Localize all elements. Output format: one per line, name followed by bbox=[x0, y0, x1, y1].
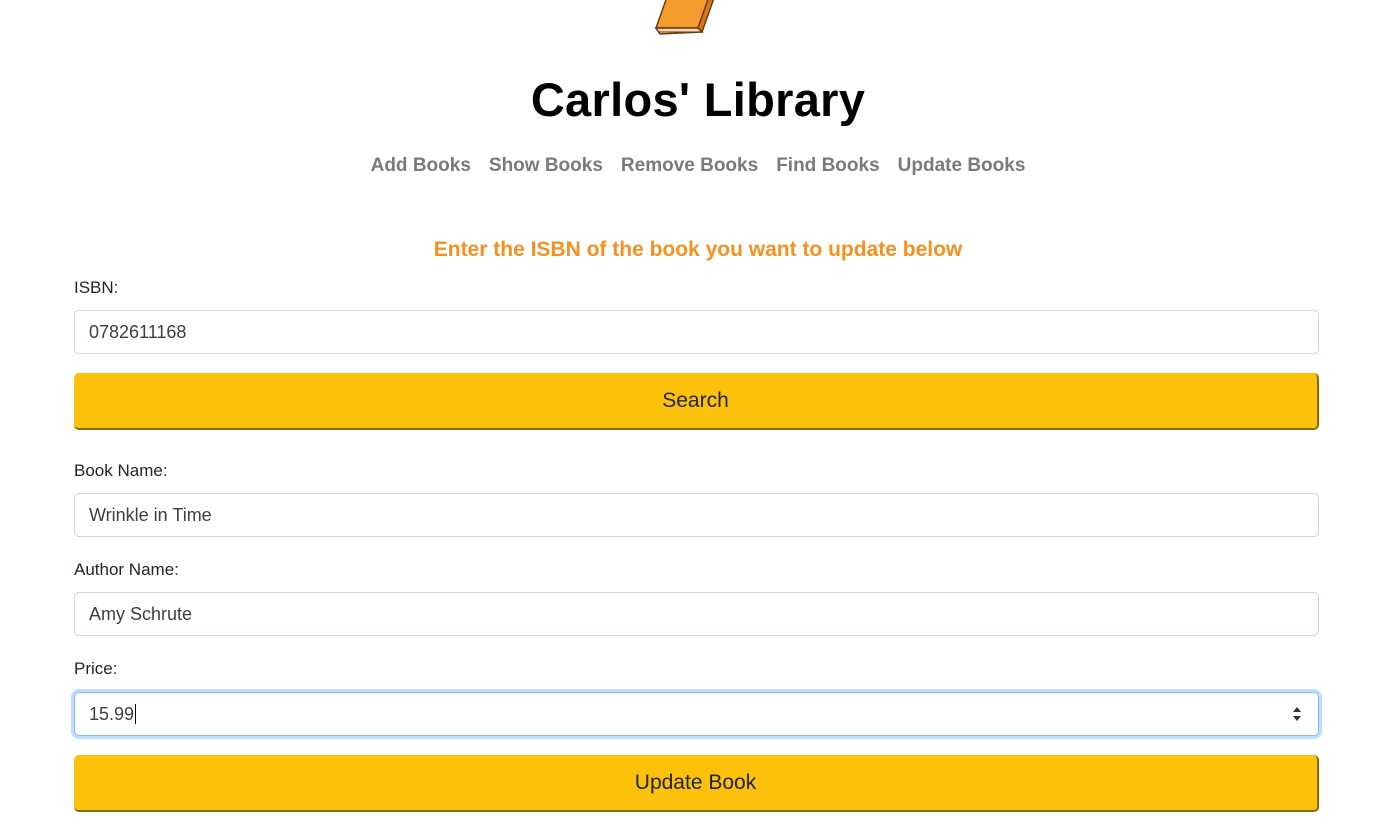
price-label: Price: bbox=[74, 659, 118, 678]
nav-update-books[interactable]: Update Books bbox=[898, 154, 1026, 178]
form-instruction: Enter the ISBN of the book you want to u… bbox=[433, 238, 963, 261]
number-spinner[interactable] bbox=[1292, 704, 1302, 724]
isbn-label: ISBN: bbox=[74, 278, 119, 297]
main-nav: Add Books Show Books Remove Books Find Book… bbox=[0, 154, 1396, 178]
page: Carlos' Library Add Books Show Books Remov… bbox=[0, 0, 1396, 822]
site-title: Carlos' Library bbox=[530, 73, 866, 126]
chevron-up-icon[interactable] bbox=[1293, 707, 1301, 712]
price-value: 15.99 bbox=[89, 704, 135, 724]
isbn-input[interactable]: 0782611168 bbox=[74, 310, 1319, 354]
book-name-label: Book Name: bbox=[74, 461, 168, 480]
nav-find-books[interactable]: Find Books bbox=[776, 154, 879, 178]
book-icon bbox=[654, 0, 715, 35]
update-book-button[interactable]: Update Book bbox=[74, 755, 1319, 812]
search-button[interactable]: Search bbox=[74, 373, 1319, 430]
author-name-input[interactable]: Amy Schrute bbox=[74, 592, 1319, 636]
price-input[interactable]: 15.99 bbox=[74, 692, 1319, 736]
book-name-value: Wrinkle in Time bbox=[89, 505, 212, 525]
nav-remove-books[interactable]: Remove Books bbox=[621, 154, 758, 178]
isbn-value: 0782611168 bbox=[89, 322, 187, 342]
nav-show-books[interactable]: Show Books bbox=[489, 154, 603, 178]
chevron-down-icon[interactable] bbox=[1293, 716, 1301, 721]
author-name-value: Amy Schrute bbox=[89, 604, 193, 624]
author-name-label: Author Name: bbox=[74, 560, 179, 579]
nav-add-books[interactable]: Add Books bbox=[371, 154, 471, 178]
book-name-input[interactable]: Wrinkle in Time bbox=[74, 493, 1319, 537]
text-caret bbox=[135, 703, 137, 724]
